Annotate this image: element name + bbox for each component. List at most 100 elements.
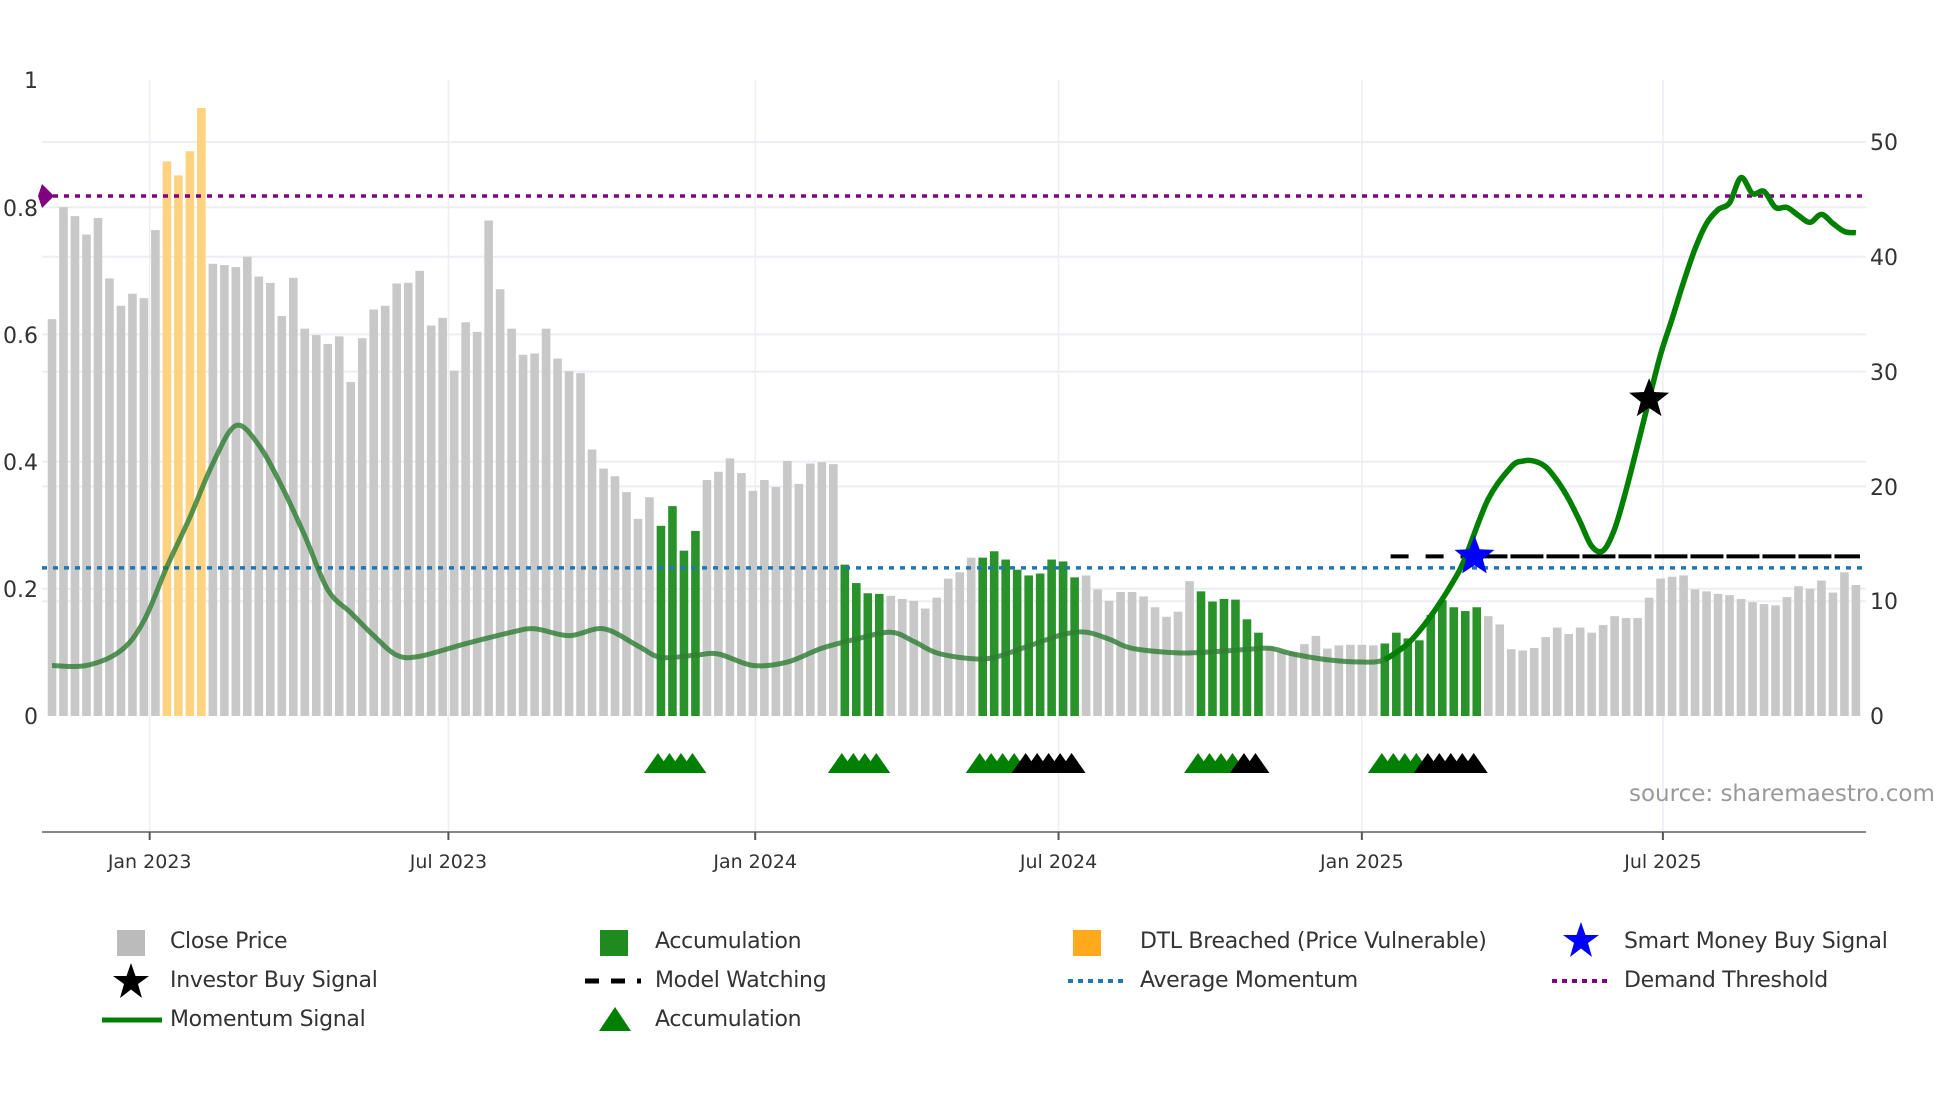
close-price-bar xyxy=(426,325,436,716)
legend-label: Model Watching xyxy=(655,968,827,993)
close-price-bar xyxy=(1277,651,1286,716)
close-price-bar xyxy=(541,328,551,716)
close-price-bar xyxy=(357,338,367,716)
close-price-bar xyxy=(266,282,275,716)
close-price-bar xyxy=(507,328,516,716)
close-price-bar xyxy=(1518,650,1528,716)
close-price-bar xyxy=(1369,645,1378,716)
close-price-bar xyxy=(1139,596,1148,716)
close-price-bar xyxy=(1265,646,1275,716)
close-price-bar xyxy=(231,266,241,716)
close-price-bar xyxy=(484,220,493,716)
dtl-breached-bar xyxy=(174,175,183,716)
accumulation-bar xyxy=(978,557,987,716)
legend-label: Investor Buy Signal xyxy=(170,968,378,993)
close-price-bar xyxy=(128,293,137,716)
close-price-bar xyxy=(139,298,149,716)
close-price-bar xyxy=(47,319,57,716)
dotted-line-icon xyxy=(1068,964,1128,998)
left-tick-label: 1 xyxy=(24,69,38,94)
left-tick-label: 0.8 xyxy=(3,197,38,222)
close-price-bar xyxy=(438,317,447,716)
legend-label: Accumulation xyxy=(655,1007,802,1032)
right-tick-label: 40 xyxy=(1870,246,1898,271)
close-price-bar xyxy=(243,256,252,716)
accumulation-bar xyxy=(1449,607,1459,716)
close-price-bar xyxy=(1495,624,1505,716)
accumulation-bar xyxy=(1415,640,1424,716)
close-price-bar xyxy=(714,471,723,716)
close-price-bar xyxy=(311,335,321,716)
close-price-bar xyxy=(1093,589,1102,716)
legend-label: Demand Threshold xyxy=(1624,968,1828,993)
close-price-bar xyxy=(59,207,68,716)
x-tick-label: Jan 2025 xyxy=(1319,851,1404,873)
close-price-bar xyxy=(725,458,735,716)
close-price-bar xyxy=(1644,597,1654,716)
close-price-bar xyxy=(369,309,379,716)
close-price-bar xyxy=(288,277,298,716)
legend-label: Smart Money Buy Signal xyxy=(1624,929,1888,954)
close-price-bar xyxy=(151,230,160,716)
green-line-icon xyxy=(100,1003,162,1037)
close-price-bar xyxy=(1587,632,1596,716)
close-price-bar xyxy=(909,600,919,716)
gray-square-icon xyxy=(115,925,175,959)
accumulation-bar xyxy=(1208,601,1217,716)
close-price-bar xyxy=(955,572,965,716)
close-price-bar xyxy=(1506,649,1516,716)
close-price-bar xyxy=(1334,645,1344,716)
right-tick-label: 50 xyxy=(1870,131,1898,156)
close-price-bar xyxy=(1185,581,1194,716)
left-tick-label: 0.4 xyxy=(3,451,38,476)
close-price-bar xyxy=(737,473,746,716)
close-price-bar xyxy=(323,343,333,716)
close-price-bar xyxy=(220,265,229,716)
close-price-bar xyxy=(472,331,482,716)
close-price-bar xyxy=(461,322,470,716)
close-price-bar xyxy=(449,370,459,716)
close-price-bar xyxy=(70,216,80,716)
close-price-bar xyxy=(1150,607,1160,716)
accumulation-bar xyxy=(1012,569,1022,716)
left-tick-label: 0.6 xyxy=(3,324,38,349)
close-price-bar xyxy=(1690,589,1700,716)
accumulation-bar xyxy=(1392,632,1401,716)
close-price-bar xyxy=(564,371,574,716)
close-price-bar xyxy=(403,282,413,716)
close-price-bar xyxy=(277,315,287,716)
close-price-bar xyxy=(1162,616,1171,716)
momentum-line xyxy=(1383,174,1857,663)
close-price-bar xyxy=(254,276,264,716)
close-price-bar xyxy=(1173,611,1183,716)
close-price-bar xyxy=(702,480,712,716)
close-price-bar xyxy=(208,263,218,716)
close-price-bar xyxy=(1288,651,1298,716)
accumulation-bar xyxy=(1472,607,1482,716)
accumulation-bar xyxy=(863,593,873,716)
close-price-bar xyxy=(771,487,781,716)
dashed-line-icon xyxy=(585,964,645,998)
accumulation-bar xyxy=(1254,632,1263,716)
reference-lines xyxy=(38,183,1862,570)
close-price-bar xyxy=(1357,644,1367,716)
close-price-bar xyxy=(1782,597,1792,716)
close-price-bar xyxy=(599,468,608,716)
accumulation-bar xyxy=(1070,577,1079,716)
x-tick-label: Jan 2023 xyxy=(107,851,192,873)
close-price-bar xyxy=(932,597,942,716)
accumulation-bar xyxy=(1242,619,1252,716)
right-tick-label: 0 xyxy=(1870,705,1884,730)
close-price-bar xyxy=(93,218,103,716)
accumulation-bar xyxy=(668,506,677,716)
close-price-bar xyxy=(1104,600,1114,716)
close-price-bar xyxy=(1771,605,1780,716)
close-price-bar xyxy=(1529,647,1539,716)
close-price-bar xyxy=(1483,616,1493,716)
close-price-bar xyxy=(1575,627,1585,716)
green-square-icon xyxy=(594,925,654,959)
close-price-bar xyxy=(1610,616,1619,716)
close-price-bar xyxy=(576,373,585,716)
close-price-bar xyxy=(553,358,562,716)
dtl-breached-bar xyxy=(162,161,172,716)
